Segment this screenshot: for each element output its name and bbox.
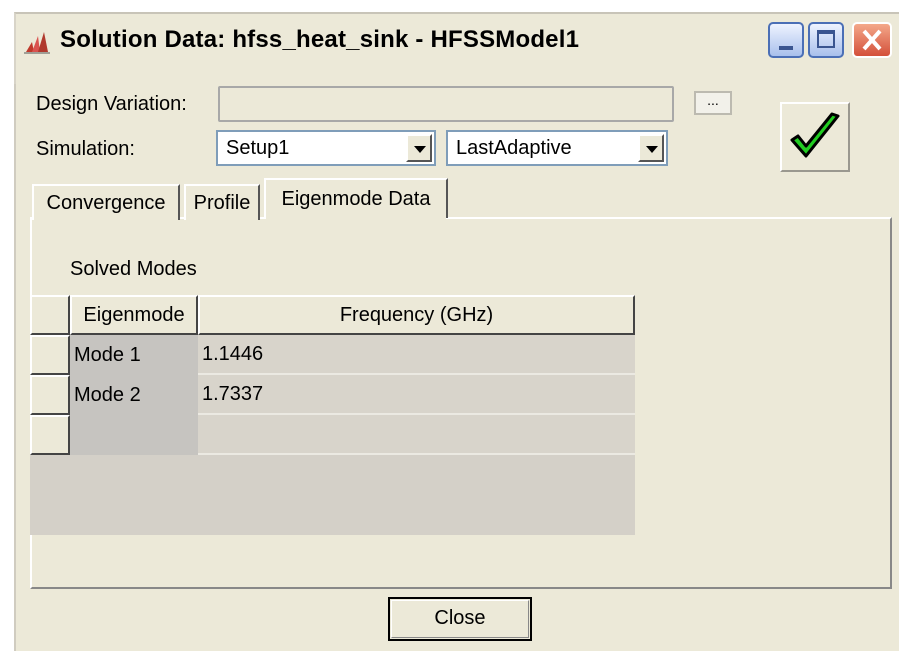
maximize-button[interactable] (808, 22, 844, 58)
solution-data-window: Solution Data: hfss_heat_sink - HFSSMode… (0, 0, 899, 651)
solved-modes-label: Solved Modes (70, 258, 197, 280)
design-variation-browse-button[interactable]: ... (694, 91, 732, 115)
row-header[interactable] (30, 335, 70, 375)
apply-checkmark-button[interactable] (780, 102, 850, 172)
table-cell-eigenmode[interactable]: Mode 2 (70, 375, 198, 415)
maximize-icon (817, 30, 835, 48)
table-cell-frequency[interactable] (198, 415, 635, 455)
column-header-eigenmode[interactable]: Eigenmode (70, 295, 198, 335)
chevron-down-icon[interactable] (638, 134, 664, 162)
close-icon (862, 29, 882, 51)
setup-select-value: Setup1 (226, 137, 290, 159)
close-button[interactable]: Close (388, 597, 532, 641)
active-tab-join (266, 215, 446, 219)
tab-profile[interactable]: Profile (184, 184, 260, 220)
window-title: Solution Data: hfss_heat_sink - HFSSMode… (60, 26, 580, 53)
chevron-down-icon[interactable] (406, 134, 432, 162)
table-corner-header[interactable] (30, 295, 70, 335)
table-cell-frequency[interactable]: 1.1446 (198, 335, 635, 375)
solution-select-value: LastAdaptive (456, 137, 572, 159)
table-cell-eigenmode[interactable]: Mode 1 (70, 335, 198, 375)
checkmark-icon (790, 112, 840, 158)
minimize-icon (779, 46, 793, 50)
column-header-frequency[interactable]: Frequency (GHz) (198, 295, 635, 335)
row-header[interactable] (30, 415, 70, 455)
simulation-label: Simulation: (36, 138, 135, 160)
setup-select[interactable]: Setup1 (216, 130, 436, 166)
design-variation-label: Design Variation: (36, 93, 187, 115)
tab-eigenmode-data[interactable]: Eigenmode Data (264, 178, 448, 218)
solution-select[interactable]: LastAdaptive (446, 130, 668, 166)
hfss-app-icon (24, 32, 50, 54)
design-variation-field[interactable] (218, 86, 674, 122)
row-header[interactable] (30, 375, 70, 415)
table-cell-eigenmode[interactable] (70, 415, 198, 455)
title-bar[interactable]: Solution Data: hfss_heat_sink - HFSSMode… (0, 0, 899, 84)
table-cell-frequency[interactable]: 1.7337 (198, 375, 635, 415)
minimize-button[interactable] (768, 22, 804, 58)
tab-convergence[interactable]: Convergence (32, 184, 180, 220)
close-window-button[interactable] (852, 22, 892, 58)
